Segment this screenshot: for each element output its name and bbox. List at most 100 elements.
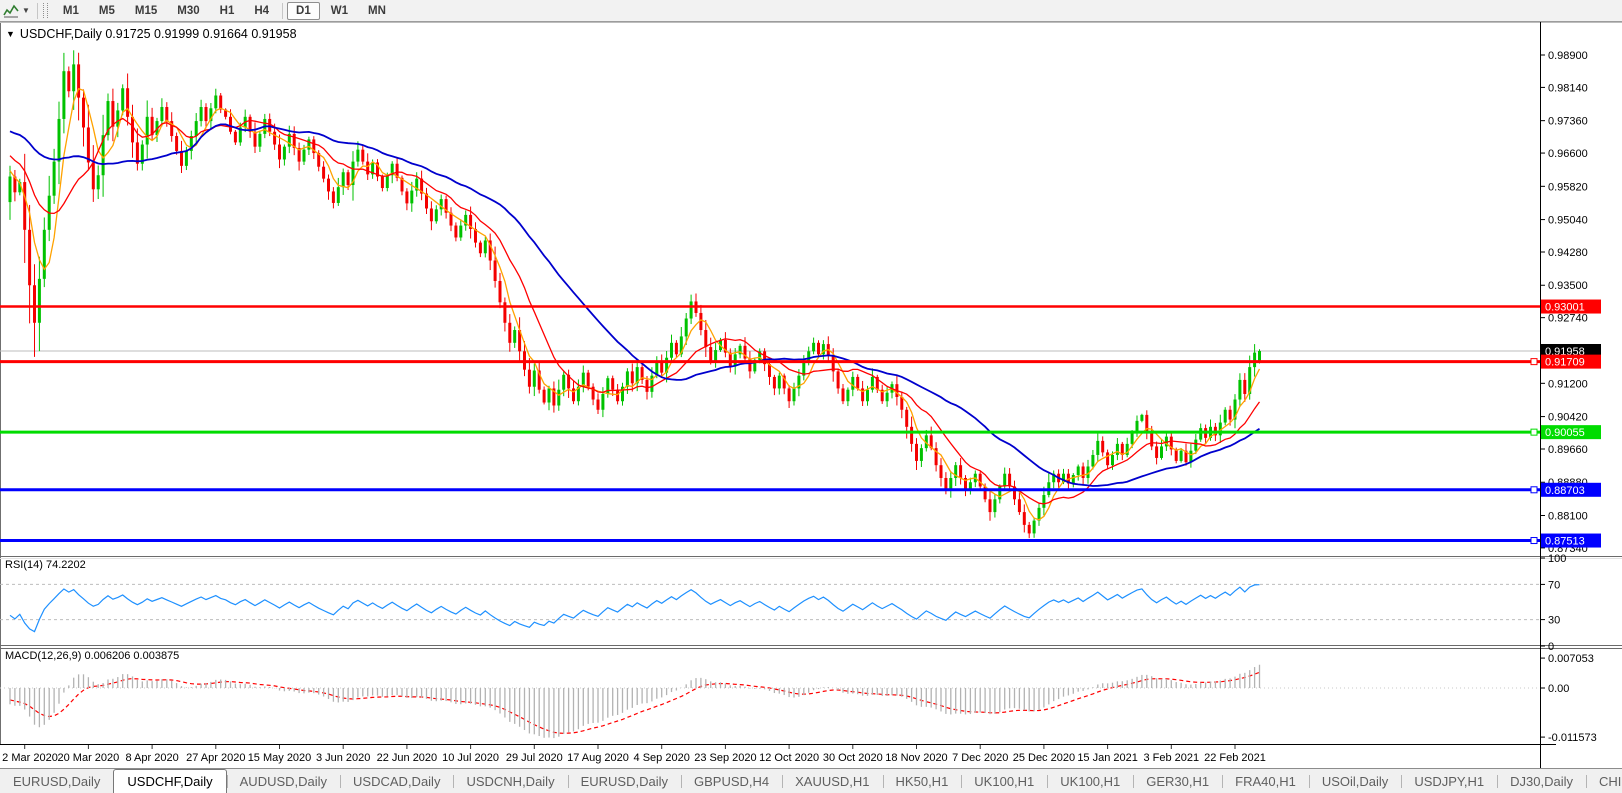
chart-mode-icon[interactable]: ▼ (0, 0, 34, 21)
svg-text:0.007053: 0.007053 (1548, 653, 1594, 665)
chevron-down-icon[interactable]: ▼ (22, 6, 30, 15)
macd-values: 0.006206 0.003875 (84, 650, 179, 662)
chart-symbol-label: USDCHF,Daily (20, 27, 102, 41)
date-tick-label: 17 Aug 2020 (567, 752, 629, 764)
date-tick-label: 20 Mar 2020 (58, 752, 120, 764)
timeframe-button-w1[interactable]: W1 (322, 2, 357, 20)
timeframe-button-h4[interactable]: H4 (245, 2, 278, 20)
timeframe-button-m15[interactable]: M15 (126, 2, 166, 20)
chart-tab-usoil-daily[interactable]: USOil,Daily (1309, 771, 1401, 792)
chart-tab-eurusd-daily[interactable]: EURUSD,Daily (0, 771, 113, 792)
svg-text:0.93500: 0.93500 (1548, 280, 1588, 292)
timeframe-toolbar: ▼ M1M5M15M30H1H4 D1W1MN (0, 0, 1622, 22)
macd-panel (0, 672, 1540, 733)
hline-handle[interactable] (1531, 429, 1537, 435)
toolbar-separator (282, 3, 283, 19)
svg-text:0.90055: 0.90055 (1545, 427, 1585, 439)
chart-tab-usdcnh-daily[interactable]: USDCNH,Daily (453, 771, 567, 792)
svg-text:0: 0 (1548, 641, 1554, 653)
rsi-name: RSI(14) (5, 559, 43, 571)
chart-tab-usdcad-daily[interactable]: USDCAD,Daily (340, 771, 453, 792)
date-tick-label: 22 Jun 2020 (377, 752, 438, 764)
svg-text:0.98140: 0.98140 (1548, 82, 1588, 94)
svg-text:0.95040: 0.95040 (1548, 215, 1588, 227)
svg-text:0.95820: 0.95820 (1548, 181, 1588, 193)
timeframe-buttons: M1M5M15M30H1H4 D1W1MN (53, 2, 396, 20)
date-tick-label: 15 Jan 2021 (1077, 752, 1138, 764)
collapse-triangle-icon[interactable]: ▼ (6, 29, 15, 39)
candlestick-series (9, 50, 1262, 538)
date-tick-label: 22 Feb 2021 (1204, 752, 1266, 764)
chart-tabs: EURUSD,DailyUSDCHF,DailyAUDUSD,DailyUSDC… (0, 769, 1622, 793)
macd-name: MACD(12,26,9) (5, 650, 81, 662)
rsi-line (10, 585, 1260, 632)
svg-text:0.93001: 0.93001 (1545, 302, 1585, 314)
svg-text:70: 70 (1548, 579, 1560, 591)
svg-text:0.91709: 0.91709 (1545, 357, 1585, 369)
date-tick-label: 30 Oct 2020 (823, 752, 883, 764)
chart-tab-uk100-h1[interactable]: UK100,H1 (961, 771, 1047, 792)
panel-frames (0, 22, 1622, 768)
chart-tab-ger30-h1[interactable]: GER30,H1 (1133, 771, 1222, 792)
date-axis[interactable]: 2 Mar 202020 Mar 2020 8 Apr 2020 27 Apr 20… (2, 745, 1266, 764)
timeframe-button-h1[interactable]: H1 (211, 2, 244, 20)
timeframe-button-m30[interactable]: M30 (168, 2, 208, 20)
date-tick-label: 4 Sep 2020 (634, 752, 690, 764)
macd-signal-line (10, 672, 1260, 733)
hline-handle[interactable] (1531, 538, 1537, 544)
date-tick-label: 25 Dec 2020 (1013, 752, 1075, 764)
chart-tab-xauusd-h1[interactable]: XAUUSD,H1 (782, 771, 882, 792)
date-tick-label: 2 Mar 2020 (2, 752, 58, 764)
chart-window: 0.989000.981400.973600.966000.958200.950… (0, 22, 1622, 768)
ma-line-5 (10, 89, 1260, 520)
timeframe-button-mn[interactable]: MN (359, 2, 395, 20)
chart-tab-fra40-h1[interactable]: FRA40,H1 (1222, 771, 1309, 792)
horizontal-lines[interactable] (0, 307, 1540, 544)
rsi-value: 74.2202 (46, 559, 86, 571)
date-tick-label: 3 Jun 2020 (316, 752, 370, 764)
date-tick-label: 15 May 2020 (248, 752, 312, 764)
date-tick-label: 18 Nov 2020 (885, 752, 947, 764)
chart-tab-usdjpy-h1[interactable]: USDJPY,H1 (1401, 771, 1497, 792)
macd-indicator-label: MACD(12,26,9) 0.006206 0.003875 (5, 650, 179, 662)
svg-text:-0.011573: -0.011573 (1548, 732, 1597, 744)
date-tick-label: 3 Feb 2021 (1143, 752, 1199, 764)
chart-canvas[interactable]: 0.989000.981400.973600.966000.958200.950… (0, 22, 1622, 768)
chart-tab-dj30-daily[interactable]: DJ30,Daily (1497, 771, 1586, 792)
timeframe-button-d1[interactable]: D1 (287, 2, 320, 20)
svg-text:0.97360: 0.97360 (1548, 116, 1588, 128)
date-tick-label: 10 Jul 2020 (442, 752, 499, 764)
date-tick-label: 12 Oct 2020 (759, 752, 819, 764)
date-tick-label: 8 Apr 2020 (125, 752, 178, 764)
chart-tab-uk100-h1[interactable]: UK100,H1 (1047, 771, 1133, 792)
chart-tab-gbpusd-h4[interactable]: GBPUSD,H4 (681, 771, 782, 792)
rsi-indicator-label: RSI(14) 74.2202 (5, 559, 86, 571)
svg-text:0.87513: 0.87513 (1545, 536, 1585, 548)
svg-text:0.89660: 0.89660 (1548, 444, 1588, 456)
svg-text:0.92740: 0.92740 (1548, 313, 1588, 325)
svg-text:100: 100 (1548, 553, 1566, 565)
price-axis[interactable]: 0.989000.981400.973600.966000.958200.950… (1541, 50, 1601, 744)
chart-tab-hk50-h1[interactable]: HK50,H1 (883, 771, 962, 792)
chart-tab-china300-h1[interactable]: CHINA300,H1 (1586, 771, 1622, 792)
svg-text:0.96600: 0.96600 (1548, 148, 1588, 160)
rsi-panel (0, 584, 1540, 631)
toolbar-drag-handle[interactable] (43, 3, 48, 18)
ma-line-13 (10, 119, 1260, 504)
hline-handle[interactable] (1531, 487, 1537, 493)
svg-text:0.88100: 0.88100 (1548, 511, 1588, 523)
svg-text:0.91200: 0.91200 (1548, 378, 1588, 390)
hline-handle[interactable] (1531, 359, 1537, 365)
timeframe-button-m1[interactable]: M1 (54, 2, 88, 20)
date-tick-label: 27 Apr 2020 (186, 752, 245, 764)
chart-tab-usdchf-daily[interactable]: USDCHF,Daily (113, 769, 226, 793)
mini-chart-icon (3, 4, 19, 18)
chart-ohlc-values: 0.91725 0.91999 0.91664 0.91958 (105, 27, 296, 41)
svg-text:30: 30 (1548, 615, 1560, 627)
mt4-terminal: ▼ M1M5M15M30H1H4D1W1MN 0.989000.981400.9… (0, 0, 1622, 793)
timeframe-button-m5[interactable]: M5 (90, 2, 124, 20)
svg-text:0.00: 0.00 (1548, 683, 1569, 695)
svg-text:0.94280: 0.94280 (1548, 247, 1588, 259)
chart-tab-audusd-daily[interactable]: AUDUSD,Daily (227, 771, 340, 792)
chart-tab-eurusd-daily[interactable]: EURUSD,Daily (568, 771, 681, 792)
